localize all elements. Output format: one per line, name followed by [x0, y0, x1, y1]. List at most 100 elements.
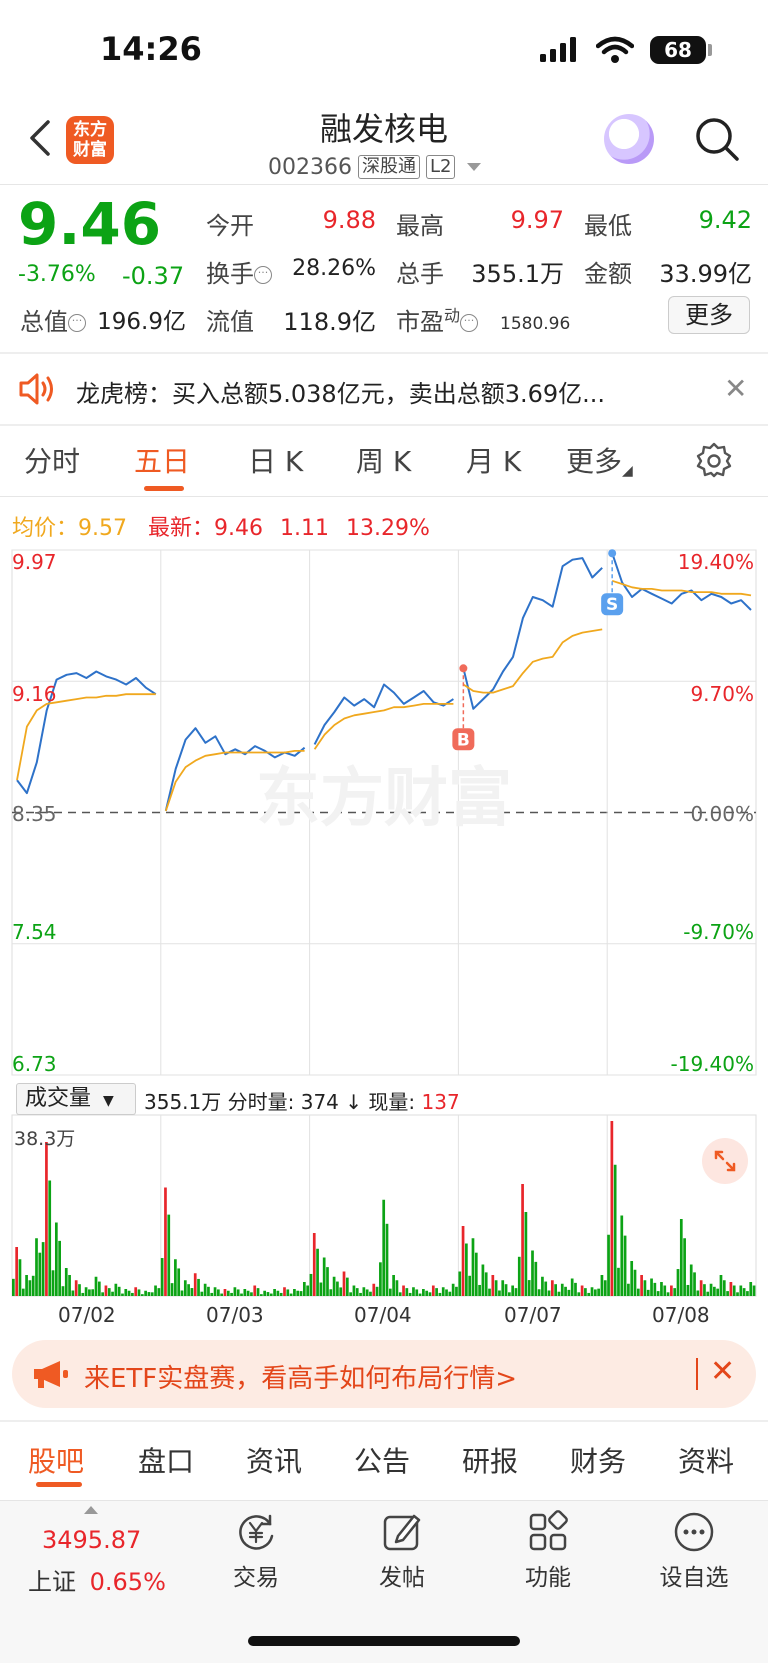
info-dots-icon[interactable]: ···	[460, 314, 479, 332]
expand-up-icon[interactable]	[84, 1506, 98, 1514]
tab-more[interactable]: 更多◢	[566, 440, 633, 480]
open-label: 今开	[206, 212, 254, 240]
promo-text[interactable]: 来ETF实盘赛，看高手如何布局行情>	[84, 1358, 517, 1395]
assistant-robot-icon[interactable]	[604, 114, 654, 164]
volume-bar	[703, 1284, 706, 1296]
volume-bar	[511, 1285, 515, 1296]
tab-weekly-k[interactable]: 周 K	[356, 440, 411, 480]
volume-bar	[663, 1285, 667, 1296]
volume-bar	[117, 1286, 121, 1296]
volume-indicator-select[interactable]: 成交量 ▼	[16, 1083, 136, 1115]
settings-gear-icon[interactable]	[696, 442, 732, 478]
volume-bar	[61, 1286, 65, 1296]
turnover-value: 28.26%	[292, 256, 376, 281]
volume-bar	[600, 1275, 604, 1296]
tab-five-day[interactable]: 五日	[134, 440, 190, 480]
volume-bar	[544, 1281, 548, 1296]
volume-bar	[478, 1284, 481, 1296]
volume-bar	[289, 1293, 293, 1296]
volume-bar	[451, 1283, 455, 1296]
x-date-label: 07/02	[58, 1303, 116, 1327]
tab-profile[interactable]: 资料	[678, 1440, 734, 1480]
volume-bar	[28, 1280, 32, 1296]
volume-bar	[372, 1283, 376, 1296]
tab-guba[interactable]: 股吧	[28, 1440, 84, 1480]
active-tab-underline	[144, 486, 184, 491]
trade-marker-label: S	[606, 595, 618, 615]
volume-bar	[362, 1287, 366, 1296]
tab-finance[interactable]: 财务	[570, 1440, 626, 1480]
minute-volume-value: 374	[300, 1090, 339, 1114]
volume-bar	[408, 1292, 412, 1296]
search-icon[interactable]	[694, 116, 740, 162]
volume-bar	[590, 1287, 594, 1296]
tab-daily-k[interactable]: 日 K	[248, 440, 303, 480]
volume-bar	[521, 1184, 524, 1296]
home-indicator	[248, 1636, 520, 1646]
expand-chart-button[interactable]	[702, 1138, 748, 1184]
notice-text[interactable]: 龙虎榜：买入总额5.038亿元，卖出总额3.69亿...	[76, 374, 686, 409]
volume-bar	[339, 1287, 343, 1296]
turnover-label: 换手 ···	[206, 254, 272, 289]
low-value: 9.42	[698, 206, 752, 234]
trade-marker-label: B	[457, 730, 470, 750]
tab-more-label: 更多	[566, 445, 623, 478]
volume-bar	[293, 1289, 296, 1296]
volume-bar	[650, 1278, 653, 1296]
tab-monthly-k[interactable]: 月 K	[466, 440, 521, 480]
x-date-label: 07/04	[354, 1303, 412, 1327]
close-icon[interactable]: ✕	[724, 372, 747, 405]
tab-research[interactable]: 研报	[462, 1440, 518, 1480]
volume-bar	[279, 1292, 283, 1296]
volume-bar	[236, 1289, 240, 1296]
volume-bar	[329, 1289, 333, 1296]
status-icons: 68	[540, 32, 712, 68]
post-label: 发帖	[379, 1565, 425, 1591]
functions-button[interactable]: 功能	[498, 1510, 598, 1592]
latest-value: 9.46	[214, 516, 263, 541]
index-value[interactable]: 3495.87	[42, 1526, 141, 1554]
volume-bar	[48, 1180, 52, 1296]
volume-bar	[709, 1283, 713, 1296]
add-watchlist-button[interactable]: 设自选	[644, 1510, 744, 1592]
volume-bar	[101, 1292, 104, 1296]
volume-bar	[570, 1278, 574, 1296]
stock-subtitle[interactable]: 002366 深股通 L2	[268, 152, 482, 182]
amount-label: 金额	[584, 260, 632, 288]
volume-bar	[689, 1264, 693, 1296]
stock-code: 002366	[268, 154, 352, 180]
index-ticker[interactable]: 上证 0.65%	[28, 1562, 166, 1597]
volume-bar	[418, 1293, 422, 1296]
volume-bar	[326, 1267, 329, 1296]
volume-bar	[541, 1276, 544, 1296]
volume-bar	[636, 1288, 640, 1296]
tab-pankou[interactable]: 盘口	[138, 1440, 194, 1480]
volume-bar	[405, 1288, 409, 1296]
chevron-down-icon	[467, 163, 482, 171]
volume-bar	[752, 1285, 756, 1296]
dropdown-triangle-icon: ▼	[103, 1093, 114, 1109]
volume-bar	[207, 1286, 210, 1296]
volume-bar	[250, 1292, 253, 1296]
add-watchlist-label: 设自选	[659, 1565, 729, 1591]
more-quote-button[interactable]: 更多	[668, 296, 750, 334]
volume-bar	[577, 1292, 581, 1296]
info-dots-icon[interactable]: ···	[68, 314, 86, 332]
volume-bar	[504, 1284, 508, 1296]
volume-bar	[673, 1288, 677, 1296]
volume-bar	[653, 1282, 657, 1296]
volume-bar	[174, 1259, 177, 1296]
volume-bar	[349, 1292, 352, 1296]
info-dots-icon[interactable]: ···	[254, 266, 272, 284]
volume-bar	[312, 1233, 316, 1296]
close-icon[interactable]: ✕	[710, 1354, 735, 1389]
trade-button[interactable]: 交易	[206, 1510, 306, 1592]
tab-announcements[interactable]: 公告	[354, 1440, 410, 1480]
tab-intraday[interactable]: 分时	[24, 440, 80, 480]
volume-bar	[154, 1285, 157, 1296]
post-button[interactable]: 发帖	[352, 1510, 452, 1592]
tab-news[interactable]: 资讯	[246, 1440, 302, 1480]
volume-bar	[74, 1280, 78, 1296]
volume-bar	[157, 1288, 161, 1296]
volume-bar	[276, 1290, 280, 1296]
